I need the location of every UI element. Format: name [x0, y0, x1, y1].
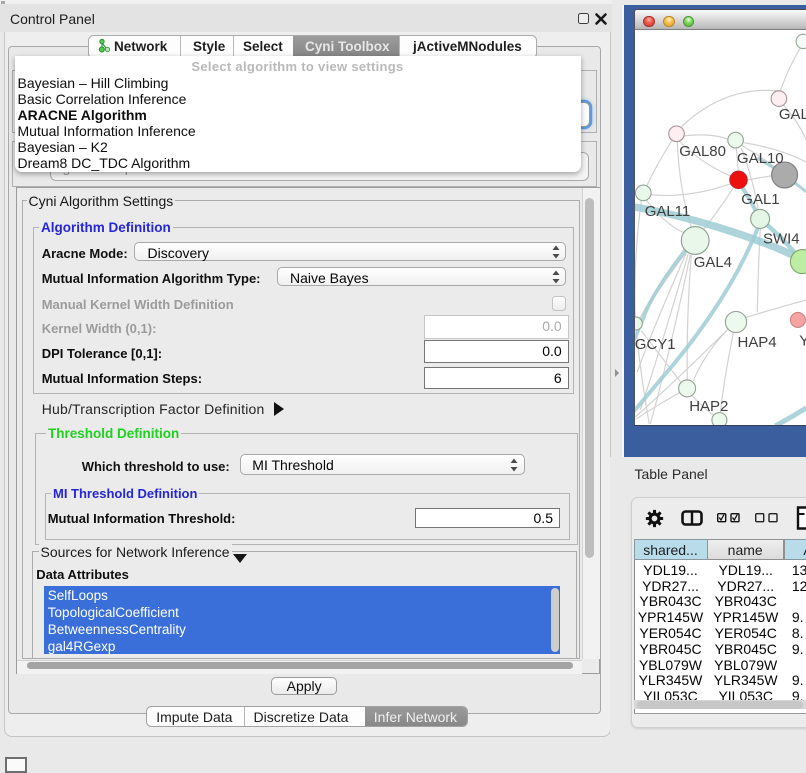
svg-text:GAL4: GAL4 — [693, 254, 731, 271]
svg-text:GAL80: GAL80 — [679, 143, 726, 160]
svg-text:HAP4: HAP4 — [737, 334, 776, 351]
svg-text:GAL10: GAL10 — [737, 150, 784, 167]
svg-text:GAL: GAL — [779, 106, 806, 123]
svg-text:GAL1: GAL1 — [741, 191, 779, 208]
svg-text:HAP2: HAP2 — [689, 398, 728, 415]
svg-text:SWI4: SWI4 — [763, 230, 800, 247]
svg-text:GCY1: GCY1 — [635, 336, 676, 353]
svg-text:Y: Y — [799, 332, 806, 349]
svg-text:GAL11: GAL11 — [644, 203, 690, 220]
